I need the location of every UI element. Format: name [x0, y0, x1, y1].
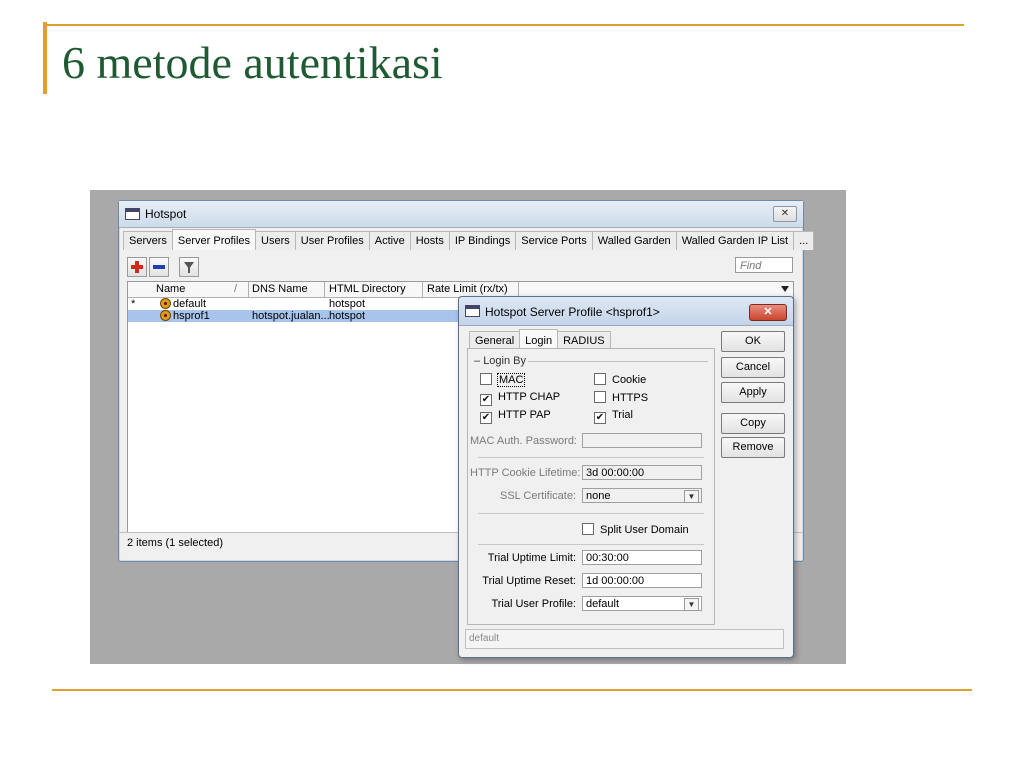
tab-service-ports[interactable]: Service Ports [515, 231, 593, 250]
trial-checkbox[interactable]: ✔ Trial [594, 409, 633, 424]
row-dns: hotspot.jualan... [252, 310, 330, 322]
trial-uptime-reset-label: Trial Uptime Reset: [482, 575, 576, 587]
list-status: 2 items (1 selected) [127, 537, 223, 549]
checkbox-box [480, 373, 492, 385]
tab-more[interactable]: ... [793, 231, 815, 250]
https-label: HTTPS [612, 392, 649, 404]
profile-icon [160, 298, 171, 309]
split-user-domain-label: Split User Domain [600, 524, 689, 536]
tab-active[interactable]: Active [368, 231, 411, 250]
check-icon: ✔ [480, 412, 492, 424]
find-input[interactable]: Find [735, 257, 793, 273]
cookie-label: Cookie [612, 374, 647, 386]
copy-button[interactable]: Copy [721, 413, 785, 434]
checkbox-box [582, 523, 594, 535]
slide-bottom-accent [52, 689, 972, 691]
mac-label: MAC [496, 373, 526, 387]
trial-uptime-limit-label: Trial Uptime Limit: [487, 552, 576, 564]
ssl-certificate-label: SSL Certificate: [499, 490, 576, 502]
tab-server-profiles[interactable]: Server Profiles [171, 229, 257, 250]
close-icon[interactable]: ✕ [773, 206, 797, 222]
screenshot-area: Hotspot ✕ Servers Server Profiles Users Use… [90, 190, 846, 664]
mac-auth-password-label: MAC Auth. Password: [470, 435, 577, 447]
trial-user-profile-value: default [586, 598, 620, 610]
sort-indicator: / [234, 283, 238, 295]
dialog-status: default [465, 629, 784, 649]
dialog-titlebar[interactable]: Hotspot Server Profile <hsprof1> ✕ [459, 297, 793, 326]
trial-uptime-limit-field[interactable]: 00:30:00 [582, 550, 702, 565]
chevron-down-icon[interactable]: ▼ [684, 598, 699, 611]
cancel-button[interactable]: Cancel [721, 357, 785, 378]
server-profile-dialog: Hotspot Server Profile <hsprof1> ✕ Gener… [458, 296, 794, 658]
add-button[interactable] [127, 257, 147, 277]
column-html-directory[interactable]: HTML Directory [329, 283, 406, 295]
check-icon: ✔ [594, 412, 606, 424]
window-icon [125, 208, 140, 220]
tab-walled-garden[interactable]: Walled Garden [591, 231, 677, 250]
slide-left-accent [43, 22, 47, 94]
main-tabs: Servers Server Profiles Users User Profiles… [123, 229, 815, 251]
dialog-icon [465, 305, 480, 317]
close-icon[interactable]: ✕ [749, 304, 787, 321]
slide-title: 6 metode autentikasi [62, 37, 443, 88]
http-cookie-lifetime-label: HTTP Cookie Lifetime: [470, 467, 581, 479]
slide-top-accent [43, 24, 964, 26]
mac-checkbox[interactable]: MAC [480, 373, 580, 387]
split-user-domain-checkbox[interactable]: Split User Domain [582, 523, 689, 536]
dialog-title: Hotspot Server Profile <hsprof1> [485, 305, 660, 319]
chevron-down-icon[interactable]: ▼ [684, 490, 699, 503]
trial-user-profile-select[interactable]: default ▼ [582, 596, 702, 611]
window-titlebar[interactable]: Hotspot ✕ [119, 201, 803, 228]
window-title: Hotspot [145, 207, 187, 221]
tab-ip-bindings[interactable]: IP Bindings [448, 231, 517, 250]
apply-button[interactable]: Apply [721, 382, 785, 403]
tab-login[interactable]: Login [519, 329, 559, 350]
column-dns-name[interactable]: DNS Name [252, 283, 308, 295]
row-html: hotspot [329, 310, 366, 322]
minus-icon [153, 265, 165, 269]
cookie-checkbox[interactable]: Cookie [594, 373, 646, 386]
column-name[interactable]: Name [156, 283, 185, 295]
checkbox-box [594, 391, 606, 403]
columns-dropdown-icon[interactable] [781, 286, 789, 292]
mac-auth-password-field[interactable] [582, 433, 702, 448]
login-panel: – Login By MAC Cookie ✔ HTTP CHAP HTTPS ✔… [467, 348, 715, 625]
tab-walled-garden-ip-list[interactable]: Walled Garden IP List [675, 231, 795, 250]
ssl-certificate-value: none [586, 490, 611, 502]
https-checkbox[interactable]: HTTPS [594, 391, 648, 404]
http-cookie-lifetime-field[interactable]: 3d 00:00:00 [582, 465, 702, 480]
row-name: hsprof1 [173, 310, 210, 322]
default-marker: * [131, 298, 136, 310]
check-icon: ✔ [480, 394, 492, 406]
tab-servers[interactable]: Servers [123, 231, 173, 250]
trial-uptime-reset-field[interactable]: 1d 00:00:00 [582, 573, 702, 588]
http-chap-label: HTTP CHAP [498, 391, 561, 403]
trial-label: Trial [612, 409, 633, 421]
profile-icon [160, 310, 171, 321]
http-pap-label: HTTP PAP [498, 409, 551, 421]
row-name: default [173, 298, 207, 310]
group-label: – Login By [474, 355, 526, 367]
row-html: hotspot [329, 298, 366, 310]
http-pap-checkbox[interactable]: ✔ HTTP PAP [480, 409, 551, 424]
tab-user-profiles[interactable]: User Profiles [294, 231, 370, 250]
ssl-certificate-select[interactable]: none ▼ [582, 488, 702, 503]
remove-button[interactable] [149, 257, 169, 277]
tab-hosts[interactable]: Hosts [409, 231, 450, 250]
http-chap-checkbox[interactable]: ✔ HTTP CHAP [480, 391, 561, 406]
filter-button[interactable] [179, 257, 199, 277]
column-rate-limit[interactable]: Rate Limit (rx/tx) [427, 283, 508, 295]
checkbox-box [594, 373, 606, 385]
tab-users[interactable]: Users [255, 231, 296, 250]
ok-button[interactable]: OK [721, 331, 785, 352]
trial-user-profile-label: Trial User Profile: [491, 598, 576, 610]
remove-button[interactable]: Remove [721, 437, 785, 458]
